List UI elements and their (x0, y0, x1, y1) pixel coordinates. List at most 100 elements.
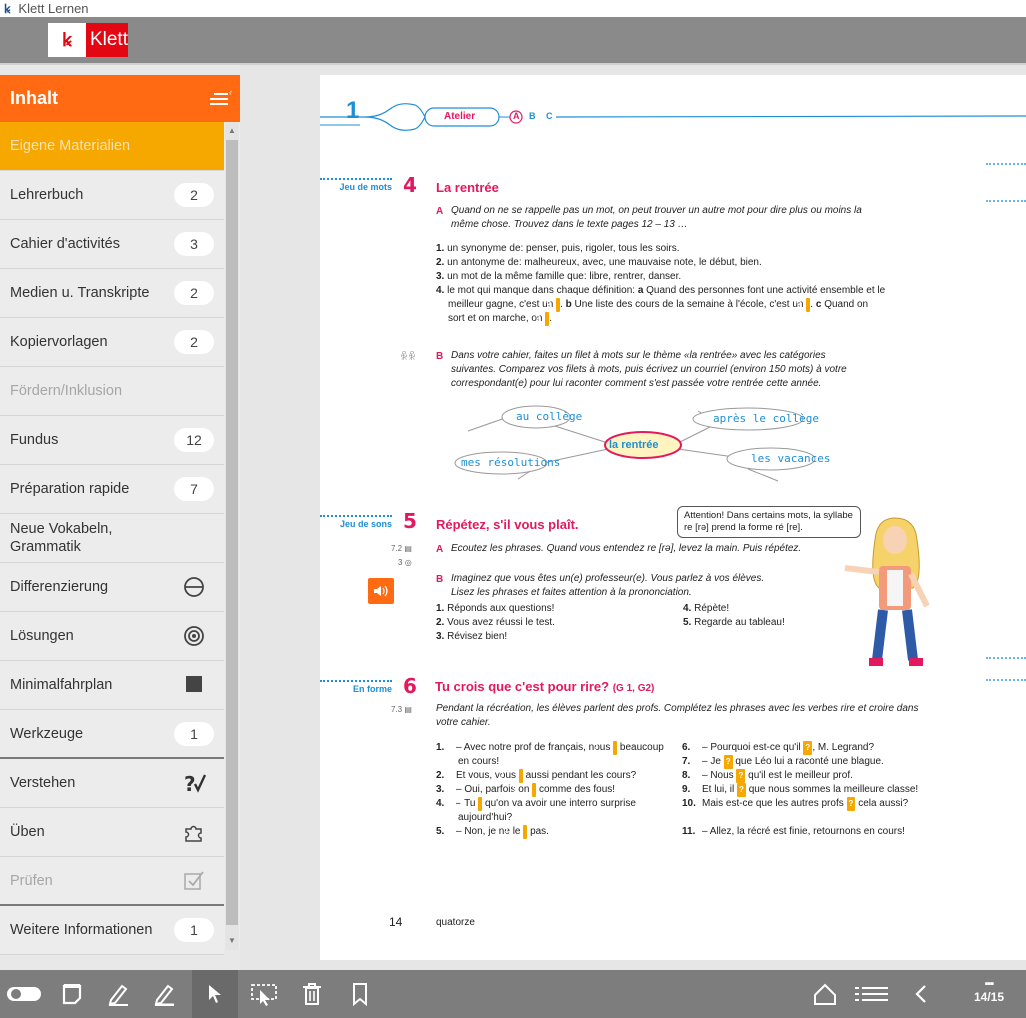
unit-header-line (320, 103, 1026, 131)
highlighter-icon[interactable] (144, 970, 184, 1018)
exercise-title: La rentrée (436, 180, 499, 195)
track-ref: 7.3 ▤ (391, 705, 412, 714)
exercise-list: 1. Réponds aux questions! 2. Vous avez r… (436, 602, 676, 644)
list-item: 4. – Tu ? qu'on va avoir une interro surp… (436, 797, 636, 823)
sidebar-item-loesungen[interactable]: Lösungen (0, 612, 224, 661)
audio-play-button[interactable] (368, 578, 394, 604)
sidebar-item-label: Üben (10, 824, 45, 840)
previous-page-icon[interactable] (904, 970, 938, 1018)
cd-icon: ▤ (404, 705, 412, 714)
sidebar-item-label: Eigene Materialien (10, 138, 131, 154)
tab-atelier[interactable]: Atelier (444, 111, 475, 122)
count-badge: 3 (174, 232, 214, 256)
sidebar-item-lehrerbuch[interactable]: Lehrerbuch 2 (0, 171, 224, 220)
tab-c[interactable]: C (546, 111, 553, 121)
list-item: 3. – Oui, parfois on ? comme des fous! (436, 783, 616, 797)
part-label: A (436, 544, 444, 555)
part-label: B (436, 574, 444, 585)
svg-text:?: ? (184, 772, 196, 794)
track-ref: 7.2 ▤ (391, 544, 412, 553)
sidebar-item-label: Kopiervorlagen (10, 334, 108, 350)
exercise-instruction: Ecoutez les phrases. Quand vous entendez… (451, 543, 802, 554)
disc-icon: ◎ (404, 558, 412, 567)
sidebar-item-ueben[interactable]: Üben (0, 808, 224, 857)
exercise-number: 5 (403, 509, 417, 533)
exercise-number: 4 (403, 173, 417, 197)
list-item: 7. – Je ? que Léo lui a raconté une blagu… (682, 755, 884, 769)
margin-dots (986, 657, 1026, 659)
select-area-icon[interactable] (244, 970, 286, 1018)
exercise-list: 1. – Avec notre prof de français, nous ? … (436, 741, 666, 839)
bookmark-tab-icon[interactable] (54, 970, 90, 1018)
page-number-word: quatorze (436, 917, 475, 928)
list-item: 1. – Avec notre prof de français, nous ? … (436, 741, 664, 767)
sidebar-list: Eigene Materialien Lehrerbuch 2 Cahier d'… (0, 122, 224, 955)
sidebar-item-foerdern: Fördern/Inklusion (0, 367, 224, 416)
sidebar-item-label: Minimalfahrplan (10, 677, 113, 693)
teacher-illustration (844, 517, 930, 666)
pair-work-icon: ꆜꆜ (400, 352, 416, 363)
sidebar-item-minimalfahrplan[interactable]: Minimalfahrplan (0, 661, 224, 710)
sidebar-item-eigene-materialien[interactable]: Eigene Materialien (0, 122, 224, 171)
exercise-list: 1. un synonyme de: penser, puis, rigoler… (436, 242, 886, 326)
content-sidebar: Inhalt ‹ Eigene Materialien Lehrerbuch 2 … (0, 75, 240, 955)
sidebar-item-fundus[interactable]: Fundus 12 (0, 416, 224, 465)
checkbox-icon (174, 870, 214, 892)
list-item: 4. le mot qui manque dans chaque définit… (436, 285, 886, 326)
list-item: 5. – Non, je ne le ? pas. (436, 825, 549, 839)
sidebar-item-label: Fundus (10, 432, 59, 448)
page-indicator[interactable]: ▪▪▪ 14/15 (974, 978, 1004, 1004)
sidebar-item-label: Lehrerbuch (10, 187, 84, 203)
scroll-down-icon[interactable]: ▼ (225, 936, 239, 945)
count-badge: 1 (174, 918, 214, 942)
tab-a[interactable]: A (513, 111, 520, 121)
pointer-icon[interactable] (192, 970, 238, 1018)
sidebar-item-verstehen[interactable]: Verstehen ? (0, 759, 224, 808)
sidebar-item-label: Lösungen (10, 628, 74, 644)
sidebar-item-werkzeuge[interactable]: Werkzeuge 1 (0, 710, 224, 759)
toggle-icon[interactable] (4, 970, 44, 1018)
book-viewer[interactable]: 1 Atelier A B C Jeu de mots 4 La rentrée… (240, 65, 1026, 970)
klett-logo[interactable]: ꝃ Klett (48, 23, 128, 57)
trash-icon[interactable] (294, 970, 330, 1018)
home-icon[interactable] (805, 970, 845, 1018)
bookmark-icon[interactable] (342, 970, 378, 1018)
sidebar-item-differenzierung[interactable]: Differenzierung (0, 563, 224, 612)
window-titlebar: ꝃ Klett Lernen (0, 0, 1026, 17)
margin-dots (986, 679, 1026, 681)
list-item: 1. Réponds aux questions! (436, 603, 555, 614)
sidebar-item-weitere[interactable]: Weitere Informationen 1 (0, 906, 224, 955)
list-item: 2. Et vous, vous ? aussi pendant les cour… (436, 769, 637, 783)
list-icon[interactable] (852, 970, 892, 1018)
klett-small-logo-icon: ꝃ (4, 2, 11, 16)
sidebar-scrollbar[interactable]: ▲ ▼ (225, 122, 239, 950)
sidebar-item-medien[interactable]: Medien u. Transkripte 2 (0, 269, 224, 318)
speech-bubble: Attention! Dans certains mots, la syllab… (677, 506, 861, 538)
list-item: 8. – Nous ? qu'il est le meilleur prof. (682, 769, 853, 783)
exercise-number: 6 (403, 674, 417, 698)
scrollbar-thumb[interactable] (226, 140, 238, 925)
pages-grid-icon: ▪▪▪ (984, 978, 995, 990)
exercise-instruction: Imaginez que vous êtes un(e) professeur(… (451, 573, 765, 598)
list-item: 1. un synonyme de: penser, puis, rigoler… (436, 243, 680, 254)
tab-b[interactable]: B (529, 111, 536, 121)
sidebar-item-preparation[interactable]: Préparation rapide 7 (0, 465, 224, 514)
scroll-up-icon[interactable]: ▲ (225, 126, 239, 135)
mind-map-node: les vacances (751, 452, 831, 465)
collapse-sidebar-icon[interactable]: ‹ (208, 87, 232, 107)
exercise-category: Jeu de mots (320, 178, 392, 192)
sidebar-item-cahier[interactable]: Cahier d'activités 3 (0, 220, 224, 269)
list-item: 9. Et lui, il ? que nous sommes la meille… (682, 783, 919, 797)
sidebar-item-vokabeln[interactable]: Neue Vokabeln, Grammatik (0, 514, 224, 563)
page-number: 14 (389, 915, 403, 929)
list-item: 2. un antonyme de: malheureux, avec, une… (436, 257, 762, 268)
sidebar-item-label: Werkzeuge (10, 725, 84, 742)
sidebar-item-label: Differenzierung (10, 579, 109, 595)
sidebar-item-kopiervorlagen[interactable]: Kopiervorlagen 2 (0, 318, 224, 367)
square-icon (174, 674, 214, 696)
list-item: 5. Regarde au tableau! (683, 617, 785, 628)
pencil-icon[interactable] (98, 970, 138, 1018)
sidebar-header: Inhalt ‹ (0, 75, 240, 122)
exercise-list: 6. – Pourquoi est-ce qu'il ?, M. Legrand?… (682, 741, 972, 839)
mind-map-center: la rentrée (609, 439, 659, 451)
